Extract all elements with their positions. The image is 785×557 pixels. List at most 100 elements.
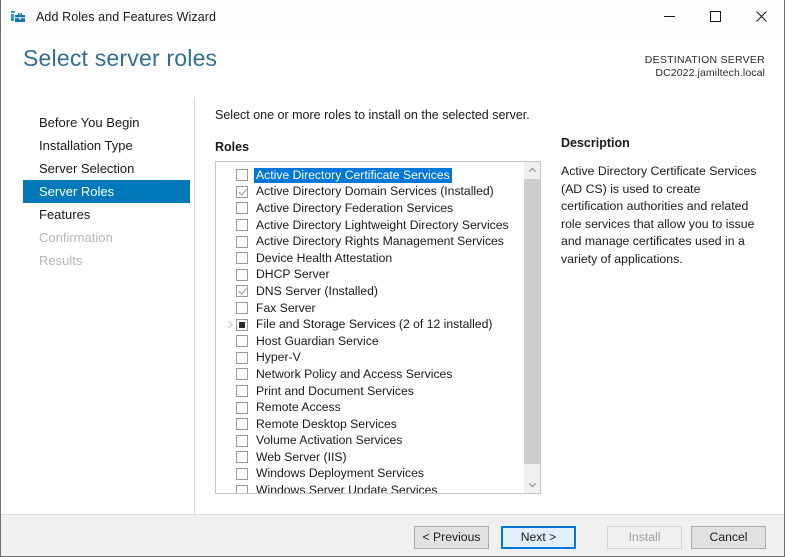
role-list-item[interactable]: Network Policy and Access Services (216, 366, 523, 383)
sidebar-item-server-roles[interactable]: Server Roles (23, 180, 190, 203)
role-list-item[interactable]: Windows Server Update Services (216, 482, 523, 493)
scrollbar-thumb[interactable] (524, 179, 540, 465)
role-list-item[interactable]: Active Directory Domain Services (Instal… (216, 184, 523, 201)
roles-list[interactable]: Active Directory Certificate Services Act… (216, 162, 523, 493)
destination-server-label: DESTINATION SERVER (644, 54, 765, 66)
role-list-item[interactable]: File and Storage Services (2 of 12 insta… (216, 316, 523, 333)
role-label: Device Health Attestation (256, 250, 393, 265)
role-list-item[interactable]: Hyper-V (216, 350, 523, 367)
role-label: Active Directory Domain Services (Instal… (256, 184, 494, 199)
close-icon[interactable] (738, 0, 784, 33)
role-checkbox[interactable] (236, 451, 248, 464)
next-button[interactable]: Next > (501, 526, 576, 549)
role-checkbox[interactable] (236, 185, 248, 198)
role-list-item[interactable]: Active Directory Federation Services (216, 200, 523, 217)
title-bar: Add Roles and Features Wizard (1, 0, 784, 33)
wizard-content-pane: Select one or more roles to install on t… (196, 98, 784, 514)
role-list-item[interactable]: DNS Server (Installed) (216, 283, 523, 300)
role-label: Host Guardian Service (256, 333, 379, 348)
role-checkbox[interactable] (236, 268, 248, 281)
role-checkbox[interactable] (236, 335, 248, 348)
role-label: Remote Desktop Services (256, 416, 397, 431)
sidebar-item-before-you-begin[interactable]: Before You Begin (23, 111, 190, 134)
sidebar-item-confirmation: Confirmation (39, 230, 113, 245)
role-label: File and Storage Services (2 of 12 insta… (256, 317, 493, 332)
role-label: Active Directory Federation Services (256, 200, 454, 215)
role-label: Remote Access (256, 400, 341, 415)
role-checkbox[interactable] (236, 351, 248, 364)
role-checkbox[interactable] (236, 401, 248, 414)
role-checkbox[interactable] (236, 434, 248, 447)
role-list-item[interactable]: Remote Access (216, 399, 523, 416)
cancel-button[interactable]: Cancel (691, 526, 766, 549)
page-title: Select server roles (23, 45, 218, 71)
role-list-item[interactable]: Active Directory Rights Management Servi… (216, 233, 523, 250)
wizard-nav-pane: Before You Begin Installation Type Server … (1, 98, 195, 514)
role-list-item[interactable]: Web Server (IIS) (216, 449, 523, 466)
role-label: Windows Deployment Services (256, 466, 424, 481)
wizard-header: Select server roles DESTINATION SERVER D… (1, 33, 784, 98)
role-label: Hyper-V (256, 350, 301, 365)
role-checkbox[interactable] (236, 235, 248, 248)
role-label: Active Directory Rights Management Servi… (256, 234, 504, 249)
role-list-item[interactable]: DHCP Server (216, 267, 523, 284)
roles-scrollbar[interactable] (523, 162, 540, 493)
destination-server-value: DC2022.jamiltech.local (655, 66, 765, 79)
role-list-item[interactable]: Active Directory Certificate Services (216, 167, 523, 184)
role-checkbox[interactable] (236, 467, 248, 480)
role-checkbox[interactable] (236, 202, 248, 215)
role-checkbox[interactable] (236, 418, 248, 431)
role-checkbox[interactable] (236, 169, 248, 182)
sidebar-item-results: Results (39, 253, 83, 268)
destination-server-block: DESTINATION SERVER DC2022.jamiltech.loca… (645, 54, 765, 80)
role-label: Windows Server Update Services (256, 483, 438, 493)
wizard-footer: < Previous Next > Install Cancel (1, 514, 784, 556)
chevron-down-icon[interactable] (524, 476, 540, 493)
role-checkbox[interactable] (236, 318, 248, 331)
instruction-text: Select one or more roles to install on t… (215, 108, 530, 122)
role-checkbox[interactable] (236, 302, 248, 315)
role-label: DHCP Server (256, 267, 330, 282)
role-label: DNS Server (Installed) (256, 283, 378, 298)
role-checkbox[interactable] (236, 385, 248, 398)
role-checkbox[interactable] (236, 484, 248, 493)
role-checkbox[interactable] (236, 285, 248, 298)
sidebar-item-features[interactable]: Features (23, 203, 190, 226)
role-list-item[interactable]: Remote Desktop Services (216, 416, 523, 433)
role-list-item[interactable]: Print and Document Services (216, 383, 523, 400)
role-checkbox[interactable] (236, 252, 248, 265)
minimize-icon[interactable] (646, 0, 692, 33)
role-list-item[interactable]: Host Guardian Service (216, 333, 523, 350)
chevron-up-icon[interactable] (524, 162, 540, 179)
maximize-icon[interactable] (692, 0, 738, 33)
window-title: Add Roles and Features Wizard (36, 9, 217, 24)
role-label: Print and Document Services (256, 383, 414, 398)
role-label: Web Server (IIS) (256, 449, 347, 464)
role-list-item[interactable]: Active Directory Lightweight Directory S… (216, 217, 523, 234)
expand-triangle-icon[interactable] (224, 320, 236, 329)
sidebar-item-server-selection[interactable]: Server Selection (23, 157, 190, 180)
add-roles-wizard-window: Add Roles and Features Wizard Select ser… (0, 0, 785, 557)
roles-label: Roles (215, 140, 250, 154)
role-label: Fax Server (256, 300, 316, 315)
role-label: Network Policy and Access Services (256, 366, 453, 381)
wizard-body: Before You Begin Installation Type Server … (1, 98, 784, 514)
roles-listbox[interactable]: Active Directory Certificate Services Act… (215, 161, 541, 494)
install-button: Install (607, 526, 682, 549)
role-list-item[interactable]: Fax Server (216, 300, 523, 317)
role-label: Active Directory Lightweight Directory S… (256, 217, 509, 232)
description-pane: Description Active Directory Certificate… (561, 136, 766, 268)
description-text: Active Directory Certificate Services (A… (561, 164, 757, 266)
role-checkbox[interactable] (236, 368, 248, 381)
role-list-item[interactable]: Device Health Attestation (216, 250, 523, 267)
previous-button[interactable]: < Previous (414, 526, 489, 549)
scrollbar-track[interactable] (524, 179, 540, 476)
role-label: Volume Activation Services (256, 433, 403, 448)
role-list-item[interactable]: Windows Deployment Services (216, 466, 523, 483)
description-title: Description (561, 136, 630, 150)
role-checkbox[interactable] (236, 219, 248, 232)
role-label: Active Directory Certificate Services (254, 167, 452, 183)
role-list-item[interactable]: Volume Activation Services (216, 433, 523, 450)
sidebar-item-installation-type[interactable]: Installation Type (23, 134, 190, 157)
window-controls (646, 0, 784, 33)
